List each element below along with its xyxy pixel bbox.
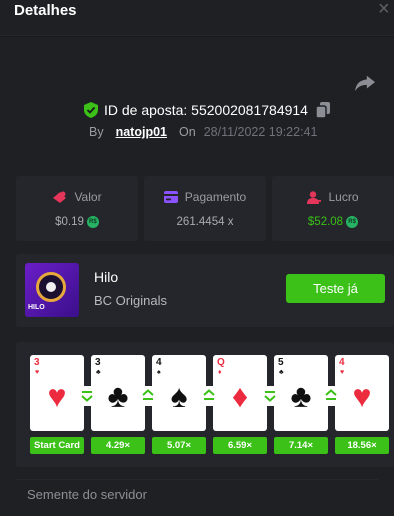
card-suit-small: ♥: [340, 369, 345, 376]
stat-payout-label: Pagamento: [184, 190, 247, 204]
try-game-button[interactable]: Teste já: [286, 274, 385, 303]
card-rank: 4: [156, 357, 162, 368]
close-icon[interactable]: ×: [378, 0, 394, 20]
bet-stats: Valor $0.19 R$ Pagamento 261.4454 x Lucr…: [16, 176, 394, 241]
stat-amount-label: Valor: [74, 190, 102, 204]
card-suit-icon: ♥: [47, 378, 67, 414]
share-icon[interactable]: [354, 73, 376, 93]
username-link[interactable]: natojp01: [116, 125, 167, 139]
guess-higher-icon: [323, 386, 339, 406]
stat-payout: Pagamento 261.4454 x: [144, 176, 266, 241]
card-suit-icon: ♠: [170, 378, 188, 414]
card-suit-icon: ♦: [231, 378, 249, 414]
hilo-mascot-icon: [36, 272, 66, 302]
card-suit-small: ♦: [218, 369, 222, 376]
game-provider: BC Originals: [94, 293, 167, 308]
card-rank: 4: [339, 357, 345, 368]
card-suit-small: ♥: [35, 369, 40, 376]
guess-lower-icon: [79, 386, 95, 406]
bet-byline: By natojp01 On 28/11/2022 19:22:41: [89, 125, 317, 139]
playing-card: 5 ♣ ♣: [274, 355, 328, 431]
game-info: HILO Hilo BC Originals Teste já: [16, 254, 394, 327]
verified-shield-icon: [84, 102, 98, 118]
card-multiplier: 5.07×: [152, 437, 206, 454]
game-name: Hilo: [94, 269, 119, 285]
card-multiplier: Start Card: [30, 437, 84, 454]
currency-coin-icon: R$: [86, 216, 99, 228]
bet-id-row: ID de aposta: 552002081784914: [84, 100, 330, 120]
card-multiplier: 18.56×: [335, 437, 389, 454]
stat-profit: Lucro $52.08 R$: [272, 176, 394, 241]
stat-profit-label: Lucro: [328, 190, 359, 204]
playing-card: Q ♦ ♦: [213, 355, 267, 431]
currency-coin-icon: R$: [346, 216, 359, 228]
by-label: By: [89, 125, 104, 139]
playing-card: 4 ♥ ♥: [335, 355, 389, 431]
card-suit-icon: ♣: [107, 378, 129, 414]
stat-amount-value: $0.19: [55, 216, 84, 228]
playing-card: 3 ♣ ♣: [91, 355, 145, 431]
profit-user-icon: [307, 190, 322, 204]
payout-card-icon: [163, 191, 178, 203]
card-suit-small: ♣: [96, 369, 101, 376]
playing-card: 4 ♠ ♠: [152, 355, 206, 431]
card-suit-small: ♣: [279, 369, 284, 376]
bet-amount-icon: [53, 191, 67, 203]
card-rank: Q: [217, 357, 225, 368]
game-thumb-label: HILO: [28, 304, 45, 311]
guess-higher-icon: [201, 386, 217, 406]
game-thumbnail[interactable]: HILO: [25, 263, 79, 317]
stat-amount: Valor $0.19 R$: [16, 176, 138, 241]
modal-header: Detalhes ×: [0, 0, 394, 36]
stat-payout-value: 261.4454 x: [176, 216, 234, 228]
modal-title: Detalhes: [14, 2, 77, 19]
card-suit-small: ♠: [157, 369, 161, 376]
divider: [16, 479, 378, 480]
guess-lower-icon: [262, 386, 278, 406]
bet-datetime: 28/11/2022 19:22:41: [203, 125, 318, 139]
card-multiplier: 4.29×: [91, 437, 145, 454]
card-multiplier: 7.14×: [274, 437, 328, 454]
bet-id-label: ID de aposta:: [104, 102, 188, 118]
card-rank: 3: [95, 357, 101, 368]
copy-icon[interactable]: [315, 102, 330, 118]
stat-profit-value: $52.08: [307, 216, 344, 228]
on-label: On: [179, 125, 196, 139]
server-seed-label[interactable]: Semente do servidor: [27, 487, 147, 502]
card-rank: 5: [278, 357, 284, 368]
card-suit-icon: ♣: [290, 378, 312, 414]
card-rank: 3: [34, 357, 40, 368]
card-history: 3 ♥ ♥ Start Card 3 ♣ ♣ 4.29× 4 ♠ ♠ 5.07× Q ♦ ♦ 6.59× 5 ♣ ♣…: [16, 342, 394, 467]
bet-id-value: 552002081784914: [191, 102, 308, 118]
card-suit-icon: ♥: [352, 378, 372, 414]
card-multiplier: 6.59×: [213, 437, 267, 454]
guess-higher-icon: [140, 386, 156, 406]
playing-card: 3 ♥ ♥: [30, 355, 84, 431]
